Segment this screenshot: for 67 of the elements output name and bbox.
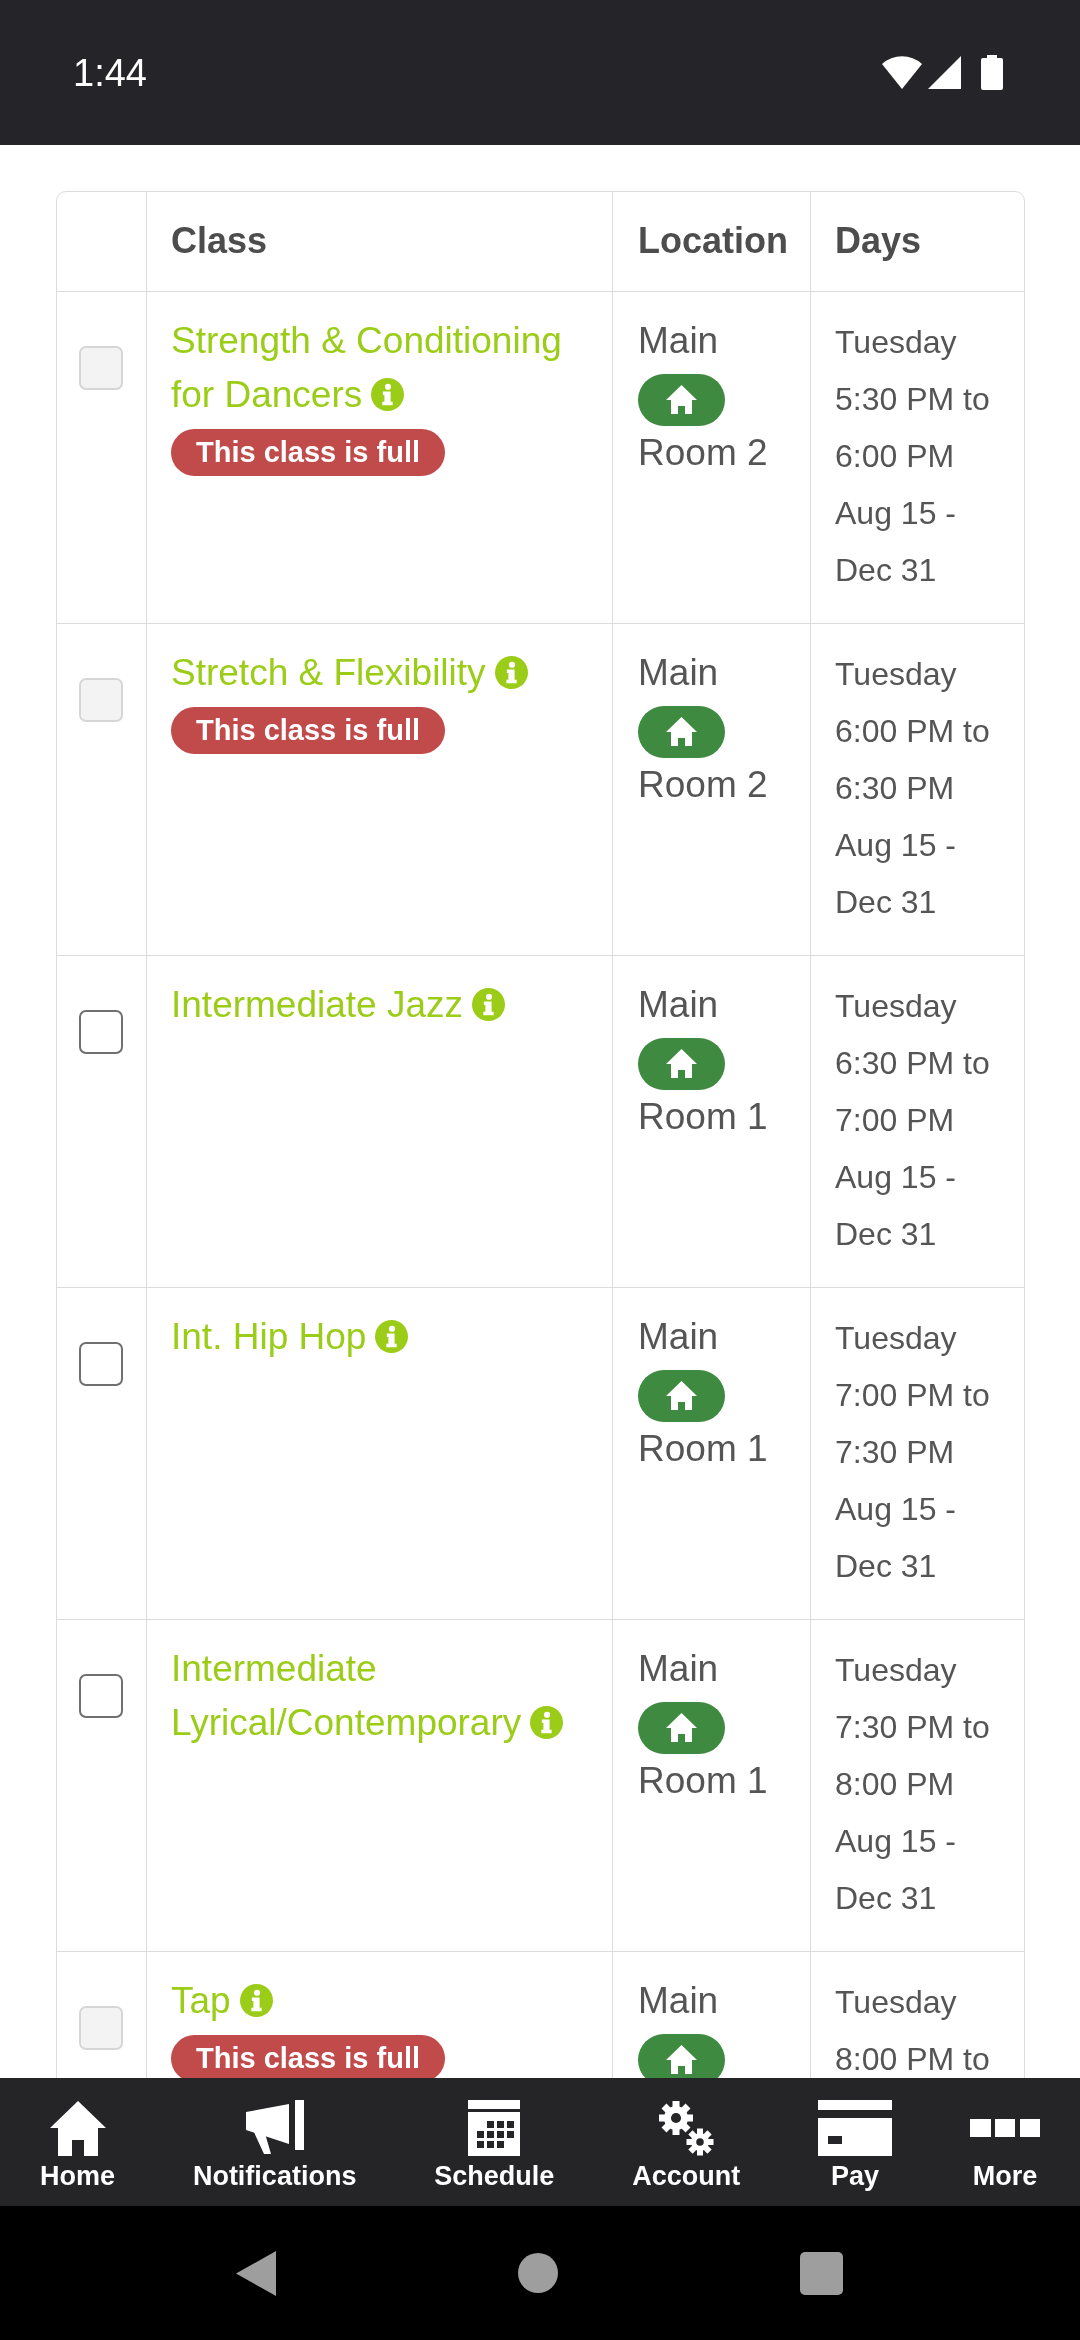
dates-text: Aug 15 - Dec 31 — [835, 1158, 957, 1254]
room-text: Room 2 — [638, 763, 768, 807]
time-text: 5:30 PM to 6:00 PM — [835, 380, 991, 476]
day-text: Tuesday — [835, 655, 957, 694]
room-text: Room 1 — [638, 1095, 768, 1139]
info-icon[interactable] — [375, 1320, 409, 1353]
day-text: Tuesday — [835, 1651, 957, 1690]
gears-icon — [658, 2100, 715, 2156]
checkbox[interactable] — [79, 1342, 123, 1386]
day-text: Tuesday — [835, 1983, 957, 2022]
time-text: 7:00 PM to 7:30 PM — [835, 1376, 991, 1472]
day-text: Tuesday — [835, 323, 957, 362]
dates-text: Aug 15 - Dec 31 — [835, 1490, 957, 1586]
nav-tab[interactable]: More — [969, 2099, 1040, 2191]
house-icon — [638, 374, 725, 426]
time-text: 8:00 PM to — [835, 2040, 990, 2078]
nav-tab[interactable]: Notifications — [192, 2099, 357, 2191]
signal-icon — [928, 56, 961, 89]
info-icon[interactable] — [239, 1984, 273, 2017]
megaphone-icon — [244, 2100, 305, 2156]
location-text: Main — [638, 1979, 719, 2023]
location-text: Main — [638, 651, 719, 695]
square-icon[interactable] — [800, 2251, 843, 2295]
house-icon — [638, 1038, 725, 1090]
location-text: Main — [638, 983, 719, 1027]
back-icon[interactable] — [236, 2250, 276, 2296]
location-text: Main — [638, 1647, 719, 1691]
checkbox[interactable] — [79, 1674, 123, 1718]
status-time: 1:44 — [73, 50, 147, 95]
dates-text: Aug 15 - Dec 31 — [835, 1822, 957, 1918]
dates-text: Aug 15 - Dec 31 — [835, 826, 957, 922]
dates-text: Aug 15 - Dec 31 — [835, 494, 957, 590]
column-header: Class — [171, 219, 268, 263]
day-text: Tuesday — [835, 1319, 957, 1358]
circle-icon[interactable] — [518, 2253, 558, 2293]
credit-card-icon — [818, 2100, 893, 2156]
day-text: Tuesday — [835, 987, 957, 1026]
house-icon — [48, 2100, 107, 2156]
checkbox[interactable] — [79, 1010, 123, 1054]
more-icon — [969, 2119, 1040, 2137]
location-text: Main — [638, 319, 719, 363]
info-icon[interactable] — [472, 988, 506, 1021]
nav-tab[interactable]: Home — [40, 2099, 115, 2191]
nav-tab[interactable]: Account — [632, 2099, 741, 2191]
room-text: Room 1 — [638, 1427, 768, 1471]
wifi-icon — [882, 56, 922, 89]
nav-tab[interactable]: Pay — [818, 2099, 893, 2191]
room-text: Room 2 — [638, 431, 768, 475]
time-text: 6:30 PM to 7:00 PM — [835, 1044, 991, 1140]
class-full-badge: This class is full — [171, 707, 446, 754]
class-full-badge: This class is full — [171, 2035, 446, 2078]
house-icon — [638, 706, 725, 758]
info-icon[interactable] — [494, 656, 528, 689]
info-icon[interactable] — [530, 1706, 564, 1739]
time-text: 7:30 PM to 8:00 PM — [835, 1708, 991, 1804]
house-icon — [638, 1370, 725, 1422]
battery-icon — [981, 55, 1003, 90]
house-icon — [638, 1702, 725, 1754]
column-header: Days — [835, 219, 922, 263]
class-full-badge: This class is full — [171, 429, 446, 476]
calendar-icon — [468, 2100, 521, 2156]
nav-tab[interactable]: Schedule — [434, 2099, 555, 2191]
room-text: Room 1 — [638, 1759, 768, 1803]
info-icon[interactable] — [371, 378, 405, 411]
column-header: Location — [638, 219, 788, 263]
time-text: 6:00 PM to 6:30 PM — [835, 712, 991, 808]
location-text: Main — [638, 1315, 719, 1359]
